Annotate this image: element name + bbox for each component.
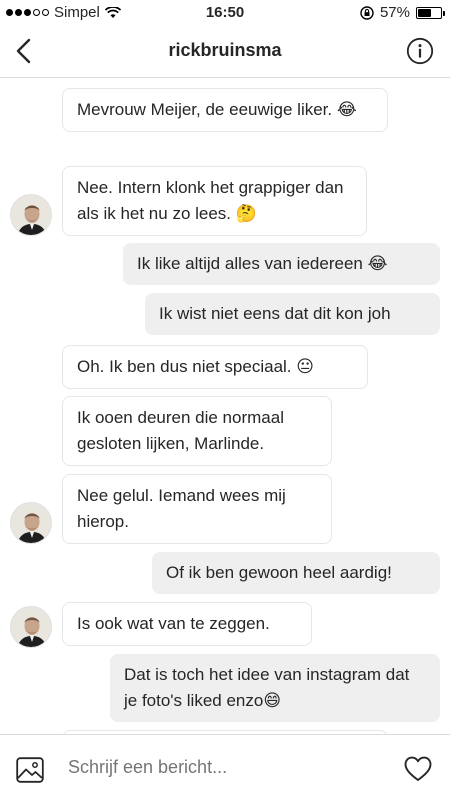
status-right: 57%: [360, 4, 445, 21]
battery-percent: 57%: [379, 4, 410, 21]
avatar[interactable]: [10, 194, 52, 236]
rotation-lock-icon: [360, 5, 374, 20]
avatar-portrait-icon: [11, 607, 51, 647]
avatar-portrait-icon: [11, 195, 51, 235]
info-icon[interactable]: [406, 37, 434, 65]
heart-icon[interactable]: [404, 756, 432, 782]
message-bubble-outgoing[interactable]: Ik wist niet eens dat dit kon joh: [145, 293, 440, 335]
battery-icon: [416, 6, 445, 19]
message-bubble-incoming[interactable]: Nee. Intern klonk het grappiger dan als …: [62, 166, 367, 236]
page-title[interactable]: rickbruinsma: [0, 40, 450, 61]
avatar-portrait-icon: [11, 503, 51, 543]
message-input[interactable]: [68, 757, 368, 778]
message-bubble-incoming[interactable]: Ik ooen deuren die normaal gesloten lijk…: [62, 396, 332, 466]
avatar[interactable]: [10, 606, 52, 648]
message-bubble-incoming[interactable]: Is ook wat van te zeggen.: [62, 602, 312, 646]
gallery-icon[interactable]: [16, 757, 44, 783]
message-composer: [0, 734, 450, 800]
chat-header: rickbruinsma: [0, 26, 450, 78]
message-bubble-outgoing[interactable]: Of ik ben gewoon heel aardig!: [152, 552, 440, 594]
message-bubble-outgoing[interactable]: Dat is toch het idee van instagram dat j…: [110, 654, 440, 722]
avatar[interactable]: [10, 502, 52, 544]
status-bar: Simpel 16:50 57%: [0, 0, 450, 26]
message-thread[interactable]: Mevrouw Meijer, de eeuwige liker. 😂 Nee.…: [0, 78, 450, 734]
message-bubble-incoming[interactable]: Oh. Ik ben dus niet speciaal. 😐: [62, 345, 368, 389]
message-bubble-incoming[interactable]: Nee gelul. Iemand wees mij hierop.: [62, 474, 332, 544]
message-bubble-outgoing[interactable]: Ik like altijd alles van iedereen 😂: [123, 243, 440, 285]
message-bubble-incoming[interactable]: Mevrouw Meijer, de eeuwige liker. 😂: [62, 88, 388, 132]
